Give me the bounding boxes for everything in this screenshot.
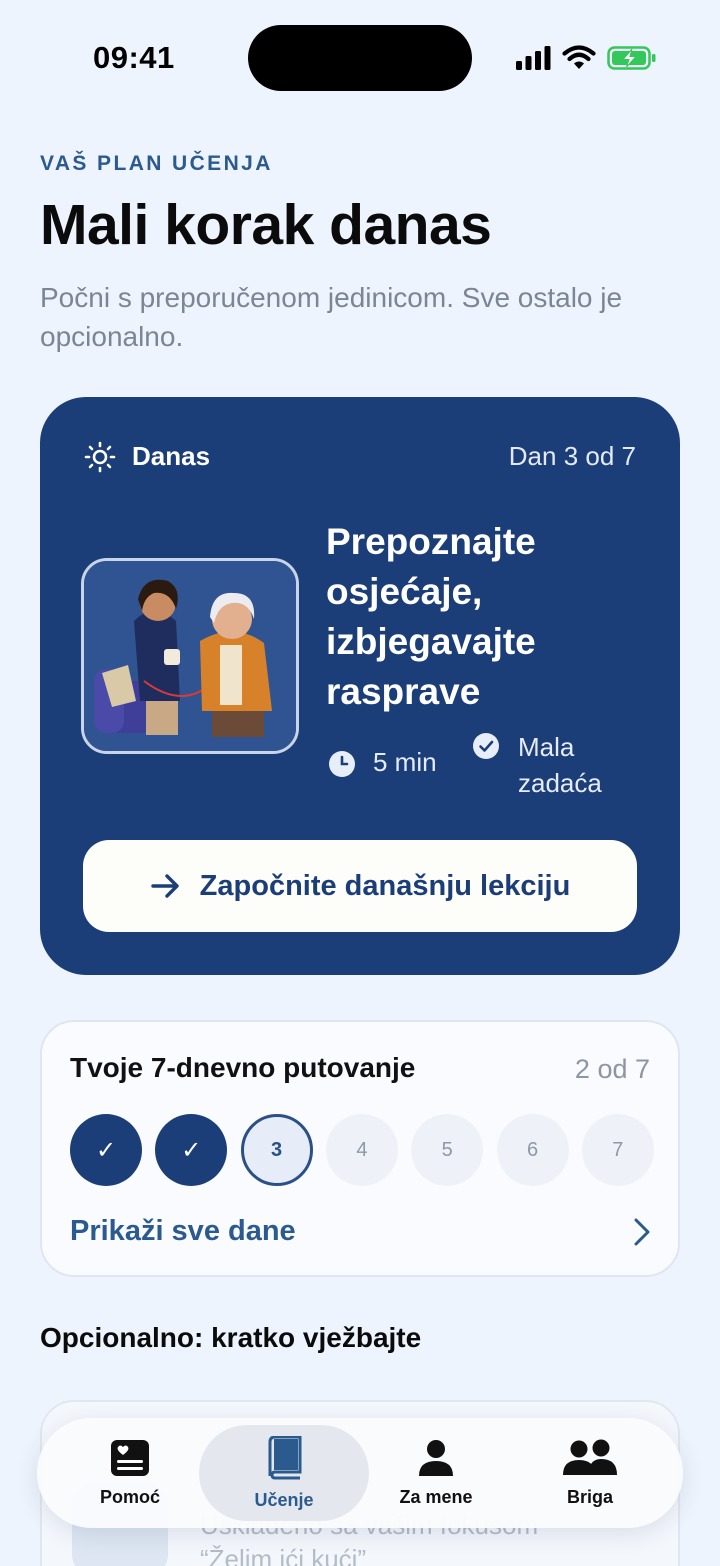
start-lesson-button[interactable]: Započnite današnju lekciju (83, 840, 637, 932)
help-card-icon (111, 1439, 149, 1476)
today-label: Danas (132, 441, 211, 471)
journey-day-6[interactable]: 6 (496, 1114, 569, 1186)
tab-label: Za mene (399, 1486, 473, 1507)
tab-briga[interactable]: Briga (513, 1418, 667, 1528)
tab-za-mene[interactable]: Za mene (359, 1418, 513, 1528)
clock-icon (329, 751, 355, 777)
sun-icon (84, 441, 116, 473)
today-lesson-card[interactable]: Danas Dan 3 od 7 Prepoznajte osjećaje, i… (40, 397, 680, 975)
practice-quote-text: “Želim ići kući” (200, 1544, 367, 1566)
journey-title: Tvoje 7-dnevno putovanje (70, 1052, 416, 1083)
section-kicker: VAŠ PLAN UČENJA (40, 152, 273, 175)
status-bar: 09:41 (0, 0, 720, 120)
chevron-right-icon[interactable] (632, 1217, 652, 1247)
journey-day-3[interactable]: 3 (240, 1114, 313, 1186)
signal-icon (516, 46, 551, 70)
optional-section-title: Opcionalno: kratko vježbajte (40, 1322, 422, 1353)
journey-day-2[interactable]: ✓ (155, 1114, 228, 1186)
people-icon (563, 1439, 617, 1475)
show-all-days-link[interactable]: Prikaži sve dane (70, 1215, 296, 1248)
today-day-counter: Dan 3 od 7 (508, 441, 636, 471)
journey-day-5[interactable]: 5 (411, 1114, 484, 1186)
tab-label: Učenje (254, 1489, 314, 1510)
page-title: Mali korak danas (40, 193, 492, 257)
tab-label: Pomoć (99, 1486, 160, 1507)
lesson-duration: 5 min (373, 747, 437, 777)
status-time: 09:41 (93, 40, 175, 75)
journey-day-4[interactable]: 4 (325, 1114, 398, 1186)
wifi-icon (562, 45, 596, 69)
start-lesson-label: Započnite današnju lekciju (199, 869, 571, 902)
tab-bar: Pomoć Učenje Za mene Briga (37, 1418, 683, 1528)
checkmark-circle-icon (473, 733, 499, 759)
lesson-title: Prepoznajte osjećaje, izbjegavajte raspr… (326, 521, 536, 712)
lesson-illustration (81, 558, 299, 754)
dynamic-island (248, 25, 472, 91)
journey-day-1[interactable]: ✓ (70, 1114, 142, 1186)
person-icon (419, 1439, 453, 1476)
journey-progress: 2 od 7 (574, 1054, 650, 1084)
book-icon (268, 1435, 302, 1479)
tab-ucenje[interactable]: Učenje (199, 1425, 369, 1521)
journey-card: Tvoje 7-dnevno putovanje 2 od 7 ✓ ✓ 3 4 5 6 7 … (40, 1020, 680, 1277)
journey-day-7[interactable]: 7 (581, 1114, 654, 1186)
tab-label: Briga (566, 1486, 613, 1507)
page-subtitle: Počni s preporučenom jedinicom. Sve osta… (40, 282, 623, 352)
tab-pomoc[interactable]: Pomoć (53, 1418, 207, 1528)
lesson-task: Mala zadaća (518, 732, 602, 798)
arrow-right-icon (150, 874, 179, 898)
battery-charging-icon (607, 46, 656, 70)
